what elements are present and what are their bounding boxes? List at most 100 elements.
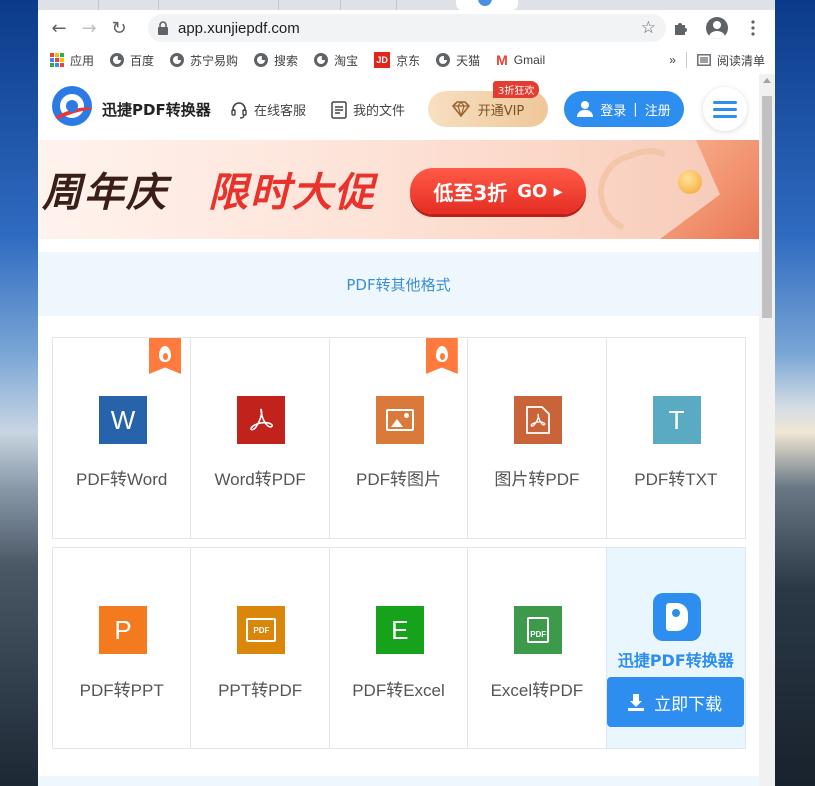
vip-label: 开通VIP	[477, 103, 525, 119]
tool-word-to-pdf[interactable]: Word转PDF	[191, 338, 330, 538]
download-icon	[628, 694, 645, 711]
online-support-link[interactable]: 在线客服	[230, 100, 306, 119]
my-files-link[interactable]: 我的文件	[331, 100, 405, 119]
tool-pdf-to-word[interactable]: W PDF转Word	[53, 338, 192, 538]
globe-icon	[110, 53, 125, 67]
bookmark-search[interactable]: 搜索	[254, 52, 298, 69]
tool-pdf-to-txt[interactable]: T PDF转TXT	[606, 338, 745, 538]
browser-toolbar: ← → ↻ app.xunjiepdf.com ☆	[38, 10, 775, 46]
address-bar[interactable]: app.xunjiepdf.com ☆	[148, 14, 666, 42]
jd-icon: JD	[374, 52, 391, 68]
tab[interactable]	[98, 0, 159, 10]
login-link[interactable]: 登录	[600, 100, 626, 119]
tools-grid-row-1: W PDF转Word Word转PDF PDF转图片 图片转PDF T PDF转…	[52, 337, 746, 539]
lock-icon[interactable]	[148, 21, 178, 35]
desktop-background-right	[773, 0, 815, 786]
globe-icon	[170, 53, 185, 67]
tool-label: PDF转PPT	[79, 681, 164, 700]
bookmarks-bar: 应用 百度 苏宁易购 搜索 淘宝 JD 京东 天猫 M Gmail » 阅读清单	[38, 46, 775, 75]
tool-pdf-to-ppt[interactable]: P PDF转PPT	[53, 548, 192, 748]
promo-banner[interactable]: 周年庆 限时大促 低至3折 GO ▸	[38, 140, 759, 239]
tool-label: Excel转PDF	[490, 681, 584, 700]
site-header: 迅捷PDF转换器 在线客服 我的文件 开通VIP 3折狂欢 登录 | 注册	[38, 74, 759, 140]
tab-strip	[38, 0, 775, 10]
tools-grid-row-2: P PDF转PPT PDF PPT转PDF E PDF转Excel PDF Ex…	[52, 547, 746, 749]
bookmark-suning[interactable]: 苏宁易购	[170, 52, 238, 69]
bookmark-taobao[interactable]: 淘宝	[314, 52, 358, 69]
bookmark-baidu[interactable]: 百度	[110, 52, 154, 69]
app-logo-icon	[652, 593, 701, 641]
brand-name[interactable]: 迅捷PDF转换器	[102, 99, 211, 120]
reading-list-icon	[697, 54, 711, 66]
tab[interactable]	[278, 0, 341, 10]
register-link[interactable]: 注册	[645, 100, 671, 119]
word-icon: W	[99, 396, 147, 444]
tab[interactable]	[340, 0, 397, 10]
globe-icon	[436, 53, 451, 67]
download-button[interactable]: 立即下载	[606, 677, 744, 727]
excel-icon: E	[375, 606, 424, 654]
bookmark-gmail[interactable]: M Gmail	[496, 52, 545, 68]
pdf-document-icon	[514, 396, 563, 444]
tool-image-to-pdf[interactable]: 图片转PDF	[468, 338, 607, 538]
next-section-strip	[38, 776, 759, 786]
bookmark-label: 百度	[130, 53, 155, 68]
tool-label: PPT转PDF	[218, 681, 303, 700]
bookmark-label: 淘宝	[334, 53, 359, 68]
tool-excel-to-pdf[interactable]: PDF Excel转PDF	[468, 548, 607, 748]
banner-heading-anniversary: 周年庆	[42, 170, 168, 216]
login-register-button[interactable]: 登录 | 注册	[564, 91, 684, 127]
tool-label: 图片转PDF	[494, 470, 580, 489]
flame-icon	[159, 346, 171, 362]
browser-menu-icon[interactable]	[737, 13, 769, 43]
extensions-puzzle-icon[interactable]	[665, 13, 697, 43]
bookmark-label: 应用	[70, 53, 95, 68]
hot-badge	[149, 338, 181, 374]
bookmark-star-icon[interactable]: ☆	[641, 18, 656, 38]
pdf-file-icon: PDF	[514, 606, 563, 654]
reading-list-button[interactable]: 阅读清单	[697, 52, 765, 69]
pdf-icon	[237, 396, 286, 444]
banner-heading-sale: 限时大促	[208, 170, 376, 216]
document-icon	[331, 100, 347, 119]
bookmark-label: 搜索	[274, 53, 299, 68]
tool-ppt-to-pdf[interactable]: PDF PPT转PDF	[191, 548, 330, 748]
site-logo-icon[interactable]	[52, 86, 92, 126]
tool-pdf-to-image[interactable]: PDF转图片	[329, 338, 469, 538]
ppt-icon: P	[99, 606, 147, 654]
tab[interactable]	[38, 0, 99, 10]
coin-icon	[678, 170, 702, 194]
apps-grid-icon	[50, 53, 64, 67]
scroll-up-arrow-icon[interactable]	[763, 78, 771, 83]
txt-icon: T	[652, 396, 701, 444]
bookmark-tmall[interactable]: 天猫	[436, 52, 480, 69]
bookmark-jd[interactable]: JD 京东	[374, 52, 420, 69]
desktop-background-left	[0, 0, 38, 786]
profile-avatar-icon[interactable]	[701, 13, 733, 43]
user-icon	[577, 101, 594, 117]
bookmark-apps[interactable]: 应用	[50, 52, 94, 69]
globe-icon	[314, 53, 329, 67]
my-files-label: 我的文件	[353, 104, 406, 119]
separator: |	[633, 101, 638, 117]
url-text[interactable]: app.xunjiepdf.com	[178, 20, 300, 37]
banner-cta-button[interactable]: 低至3折 GO ▸	[410, 168, 586, 214]
bookmark-label: Gmail	[513, 53, 546, 67]
page-scrollbar[interactable]	[759, 74, 775, 786]
ppt-pdf-icon: PDF	[237, 606, 286, 654]
tool-label: Word转PDF	[214, 470, 306, 489]
back-arrow-icon[interactable]: ←	[44, 13, 74, 43]
scrollbar-thumb[interactable]	[762, 96, 772, 318]
active-tab[interactable]	[456, 0, 518, 10]
reload-icon[interactable]: ↻	[104, 13, 134, 43]
globe-icon	[254, 53, 269, 67]
tool-pdf-to-excel[interactable]: E PDF转Excel	[329, 548, 469, 748]
tab-favicon-icon	[478, 0, 492, 6]
tab[interactable]	[218, 0, 279, 10]
headset-icon	[231, 101, 247, 119]
hamburger-menu-icon[interactable]	[703, 87, 747, 131]
forward-arrow-icon[interactable]: →	[74, 13, 104, 43]
promo-title: 迅捷PDF转换器	[617, 651, 734, 670]
section-title: PDF转其他格式	[38, 252, 759, 316]
bookmarks-overflow-icon[interactable]: »	[669, 53, 676, 67]
